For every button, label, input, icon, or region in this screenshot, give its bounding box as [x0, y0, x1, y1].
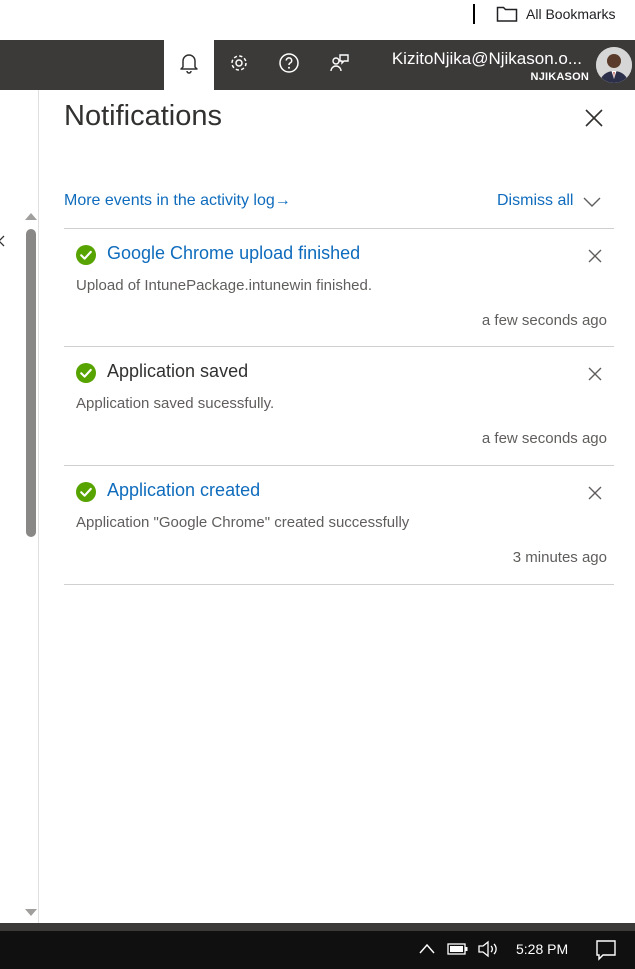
bookmarks-bar: All Bookmarks	[0, 0, 635, 40]
dismiss-notification-button[interactable]	[584, 363, 606, 385]
feedback-button[interactable]	[314, 40, 364, 90]
scrollbar-thumb[interactable]	[26, 229, 36, 537]
panel-title: Notifications	[64, 100, 222, 132]
folder-icon[interactable]	[496, 5, 518, 28]
close-panel-button[interactable]	[580, 106, 608, 134]
notification-item[interactable]: Google Chrome upload finished Upload of …	[64, 228, 614, 347]
notification-description: Upload of IntunePackage.intunewin finish…	[76, 277, 373, 294]
bookmarks-separator	[473, 4, 475, 24]
notification-title[interactable]: Google Chrome upload finished	[107, 243, 360, 264]
account-name[interactable]: KizitoNjika@Njikason.o...	[392, 49, 582, 69]
close-icon	[588, 486, 602, 500]
notification-description: Application saved sucessfully.	[76, 395, 275, 412]
action-center-icon[interactable]	[595, 939, 617, 966]
notification-timestamp: a few seconds ago	[481, 312, 607, 329]
speaker-icon[interactable]	[477, 939, 501, 964]
dismiss-notification-button[interactable]	[584, 482, 606, 504]
check-circle-icon	[76, 482, 96, 502]
avatar[interactable]	[596, 47, 632, 83]
activity-log-label: More events in the activity log	[64, 192, 275, 209]
notification-timestamp: a few seconds ago	[481, 430, 607, 447]
notification-item[interactable]: Application saved Application saved suce…	[64, 346, 614, 465]
help-icon	[278, 52, 300, 79]
taskbar-clock[interactable]: 5:28 PM	[516, 941, 568, 957]
activity-log-link[interactable]: More events in the activity log→	[64, 192, 291, 210]
portal-header: KizitoNjika@Njikason.o... NJIKASON	[0, 40, 635, 90]
notifications-button[interactable]	[164, 40, 214, 90]
notification-title: Application saved	[107, 361, 249, 381]
help-button[interactable]	[264, 40, 314, 90]
gear-icon	[228, 52, 250, 79]
windows-taskbar: 5:28 PM	[0, 931, 635, 969]
browser-bottom-edge	[0, 923, 635, 931]
chevron-down-icon[interactable]	[582, 192, 602, 217]
check-circle-icon	[76, 363, 96, 383]
close-icon	[588, 249, 602, 263]
scroll-up-arrow[interactable]	[25, 213, 37, 220]
arrow-right-icon: →	[274, 192, 291, 209]
dismiss-notification-button[interactable]	[584, 245, 606, 267]
notification-item[interactable]: Application created Application "Google …	[64, 465, 614, 585]
check-circle-icon	[76, 245, 96, 265]
partial-close-icon[interactable]	[0, 232, 6, 259]
close-icon	[588, 367, 602, 381]
all-bookmarks-link[interactable]: All Bookmarks	[526, 6, 615, 22]
feedback-icon	[328, 52, 350, 79]
chevron-up-icon[interactable]	[418, 939, 436, 964]
settings-button[interactable]	[214, 40, 264, 90]
notification-timestamp: 3 minutes ago	[512, 549, 607, 566]
notification-title[interactable]: Application created	[107, 480, 260, 501]
close-icon	[585, 108, 603, 132]
battery-icon[interactable]	[447, 939, 469, 964]
notification-description: Application "Google Chrome" created succ…	[76, 514, 410, 531]
bell-icon	[179, 52, 199, 79]
dismiss-all-button[interactable]: Dismiss all	[497, 192, 573, 210]
scroll-down-arrow[interactable]	[25, 909, 37, 916]
account-directory[interactable]: NJIKASON	[531, 71, 589, 83]
